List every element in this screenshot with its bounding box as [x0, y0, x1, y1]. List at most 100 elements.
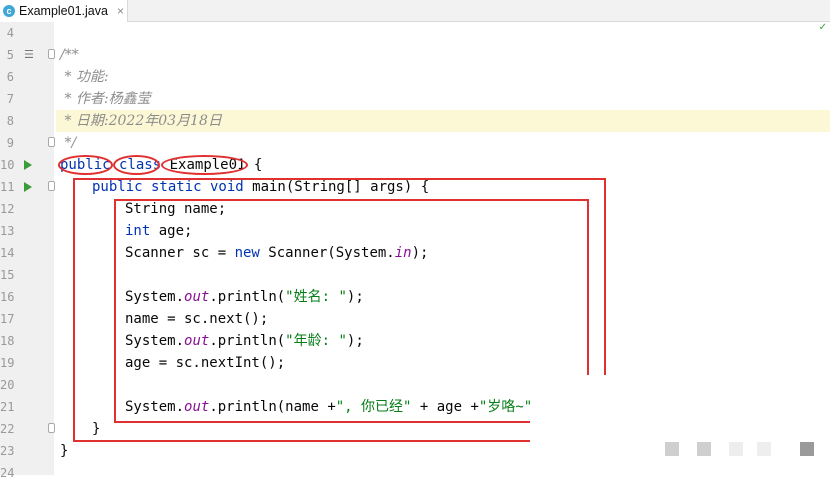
fold-icon[interactable]	[48, 181, 55, 191]
keyword: int	[125, 223, 151, 239]
code-part: );	[411, 245, 429, 261]
code-line: 8 * 日期:2022年03月18日	[0, 110, 830, 132]
code-part: System.	[125, 399, 185, 415]
line-number: 10	[0, 158, 15, 172]
code-part: Scanner(System.	[259, 245, 395, 261]
code-line: 6 * 功能:	[0, 66, 830, 88]
editor-tab-bar: c Example01.java ×	[0, 0, 830, 22]
static-field: out	[184, 289, 210, 305]
run-icon[interactable]	[24, 182, 32, 192]
static-field: out	[184, 333, 210, 349]
fold-icon[interactable]	[48, 49, 55, 59]
line-number: 11	[0, 180, 15, 194]
code-line: 11 public static void main(String[] args…	[0, 176, 830, 198]
class-name: Example01	[169, 157, 246, 173]
line-number: 13	[0, 224, 15, 238]
code-line: 4	[0, 22, 830, 44]
code-part: );	[346, 333, 364, 349]
code-text: System.out.println("年龄: ");	[125, 330, 364, 352]
keyword: new	[234, 245, 260, 261]
code-text: public class Example01 {	[60, 154, 262, 176]
code-part: .println(	[209, 333, 286, 349]
line-number: 24	[0, 466, 15, 480]
watermark-mark	[729, 442, 743, 456]
watermark-mark	[665, 442, 679, 456]
code-text: * 日期:2022年03月18日	[60, 113, 222, 129]
code-text: /**	[60, 47, 79, 63]
cropped-region	[530, 375, 830, 475]
code-text: }	[92, 421, 101, 437]
code-text: System.out.println("姓名: ");	[125, 286, 364, 308]
code-line: 15	[0, 264, 830, 286]
line-number: 4	[6, 26, 14, 40]
line-number: 7	[6, 92, 14, 106]
static-field: in	[394, 245, 412, 261]
code-line: 7 * 作者:杨鑫莹	[0, 88, 830, 110]
structure-icon[interactable]: ☰	[24, 48, 34, 62]
code-text: name = sc.next();	[125, 311, 269, 327]
keyword: public	[60, 157, 111, 173]
fold-icon[interactable]	[48, 423, 55, 433]
string-literal: "年龄: "	[285, 333, 347, 349]
line-number: 14	[0, 246, 15, 260]
line-number: 21	[0, 400, 15, 414]
code-brace: {	[245, 157, 263, 173]
string-literal: "岁咯~"	[478, 399, 533, 415]
line-number: 9	[6, 136, 14, 150]
watermark-mark	[800, 442, 814, 456]
code-line: 16 System.out.println("姓名: ");	[0, 286, 830, 308]
static-field: out	[184, 399, 210, 415]
code-text: * 功能:	[60, 69, 109, 85]
tab-example01[interactable]: c Example01.java ×	[0, 0, 128, 22]
code-line: 14 Scanner sc = new Scanner(System.in);	[0, 242, 830, 264]
code-part: Scanner sc =	[125, 245, 235, 261]
code-line: 13 int age;	[0, 220, 830, 242]
fold-icon[interactable]	[48, 137, 55, 147]
close-icon[interactable]: ×	[117, 4, 124, 18]
string-literal: "姓名: "	[285, 289, 347, 305]
line-number: 15	[0, 268, 15, 282]
code-text: Scanner sc = new Scanner(System.in);	[125, 242, 428, 264]
code-line: 18 System.out.println("年龄: ");	[0, 330, 830, 352]
line-number: 8	[6, 114, 14, 128]
code-part: System.	[125, 333, 185, 349]
line-number: 23	[0, 444, 15, 458]
code-rest: age;	[150, 223, 193, 239]
code-text: int age;	[125, 220, 192, 242]
line-number: 22	[0, 422, 15, 436]
keyword: class	[119, 157, 162, 173]
java-class-icon: c	[3, 5, 15, 17]
line-number: 20	[0, 378, 15, 392]
code-text: }	[60, 443, 69, 459]
code-part: .println(	[209, 289, 286, 305]
code-text: age = sc.nextInt();	[125, 355, 286, 371]
code-part: .println(name +	[209, 399, 336, 415]
line-number: 18	[0, 334, 15, 348]
code-line: 12 String name;	[0, 198, 830, 220]
code-text: public static void main(String[] args) {	[92, 176, 429, 198]
line-number: 19	[0, 356, 15, 370]
keyword: public static void	[92, 179, 244, 195]
code-line: 5 ☰ /**	[0, 44, 830, 66]
watermark-mark	[697, 442, 711, 456]
line-number: 6	[6, 70, 14, 84]
watermark-mark	[757, 442, 771, 456]
code-line: 19 age = sc.nextInt();	[0, 352, 830, 374]
code-text: String name;	[125, 201, 227, 217]
run-icon[interactable]	[24, 160, 32, 170]
line-number: 17	[0, 312, 15, 326]
code-text: * 作者:杨鑫莹	[60, 91, 151, 107]
code-line: 9 */	[0, 132, 830, 154]
code-part: + age +	[411, 399, 479, 415]
code-part: System.	[125, 289, 185, 305]
code-text: System.out.println(name +", 你已经" + age +…	[125, 396, 532, 418]
code-line: 17 name = sc.next();	[0, 308, 830, 330]
string-literal: ", 你已经"	[335, 399, 412, 415]
method-signature: main(String[] args) {	[243, 179, 430, 195]
code-line: 10 public class Example01 {	[0, 154, 830, 176]
code-part: );	[346, 289, 364, 305]
tab-label: Example01.java	[19, 4, 108, 18]
line-number: 5	[6, 48, 14, 62]
code-text: */	[60, 135, 77, 151]
line-number: 16	[0, 290, 15, 304]
